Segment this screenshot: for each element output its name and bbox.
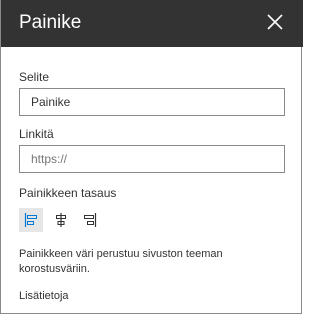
label-input[interactable] (19, 88, 285, 116)
align-center-button[interactable] (49, 208, 73, 232)
align-left-icon (24, 213, 37, 227)
learn-more-link[interactable]: Lisätietoja (19, 289, 69, 303)
link-field-label: Linkitä (19, 127, 54, 141)
alignment-label: Painikkeen tasaus (19, 186, 117, 200)
align-right-icon (84, 213, 97, 227)
panel-title: Painike (19, 12, 82, 33)
theme-color-note: Painikkeen väri perustuu sivuston teeman… (19, 248, 223, 275)
align-left-button[interactable] (19, 208, 43, 232)
align-right-button[interactable] (78, 208, 102, 232)
close-icon (267, 14, 283, 30)
link-input[interactable] (19, 145, 285, 173)
align-center-icon (56, 213, 66, 227)
panel-header: Painike (1, 0, 303, 47)
label-field-label: Selite (19, 70, 50, 84)
close-button[interactable] (263, 10, 287, 34)
button-properties-panel: Painike Selite Linkitä Painikkeen tasaus (0, 0, 303, 314)
